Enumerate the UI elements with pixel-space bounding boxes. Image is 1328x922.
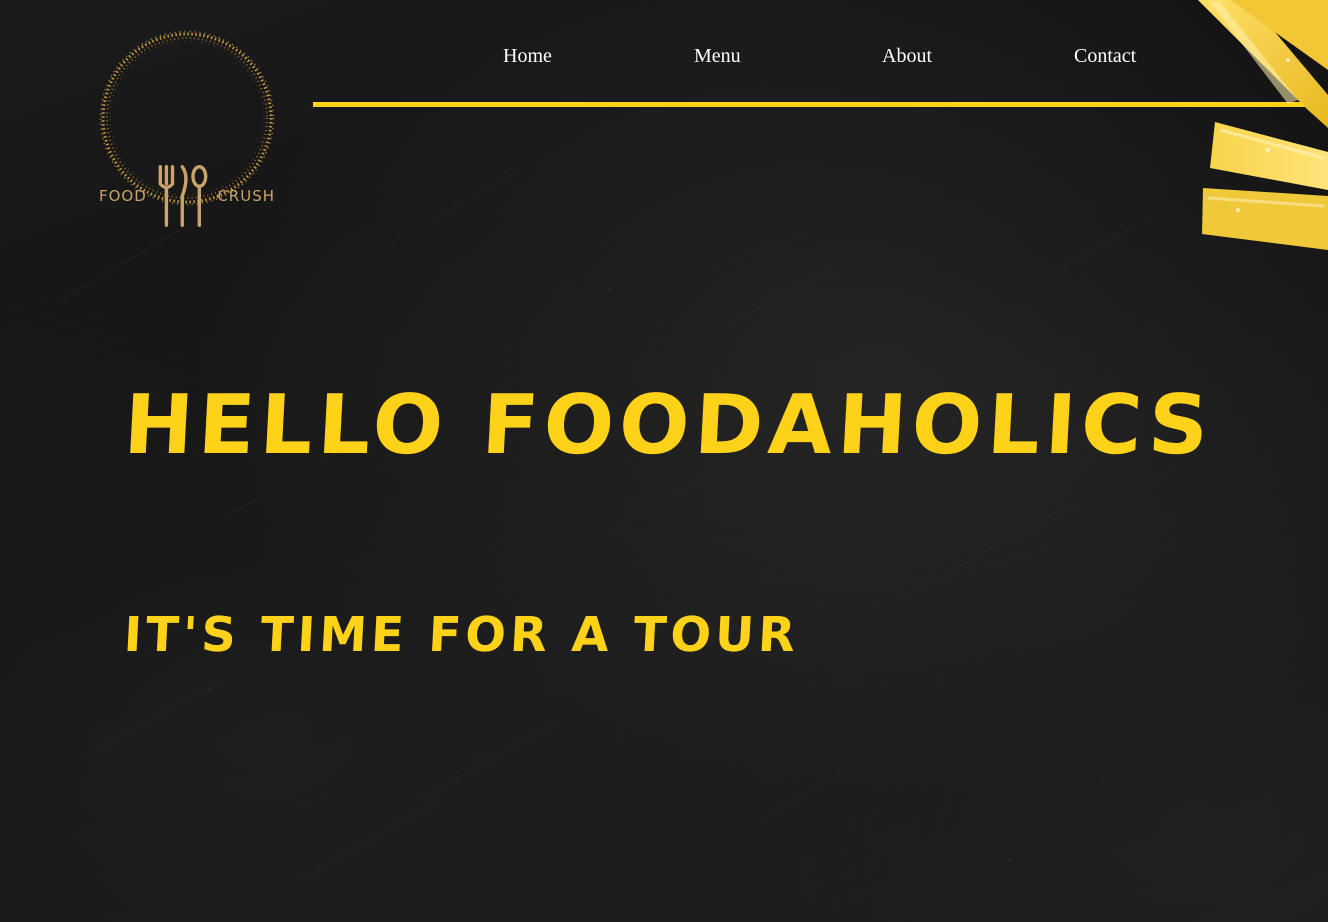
logo-wordmark: FOOD CRUSH (99, 106, 275, 286)
landing-page: FOOD CRUSH Home Menu About Contact HELLO… (0, 0, 1328, 922)
main-nav: Home Menu About Contact (0, 42, 1328, 72)
hero-title: HELLO FOODAHOLICS (121, 378, 1216, 473)
logo-word-crush: CRUSH (217, 187, 275, 205)
logo-word-food: FOOD (99, 187, 147, 205)
hero-subtitle: IT'S TIME FOR A TOUR (122, 607, 801, 663)
nav-link-menu[interactable]: Menu (694, 42, 741, 70)
nav-link-contact[interactable]: Contact (1074, 42, 1136, 70)
nav-link-about[interactable]: About (882, 42, 932, 70)
nav-link-home[interactable]: Home (503, 42, 552, 70)
pasta-strips-decoration (1158, 0, 1328, 260)
fork-knife-spoon-icon (158, 165, 208, 227)
